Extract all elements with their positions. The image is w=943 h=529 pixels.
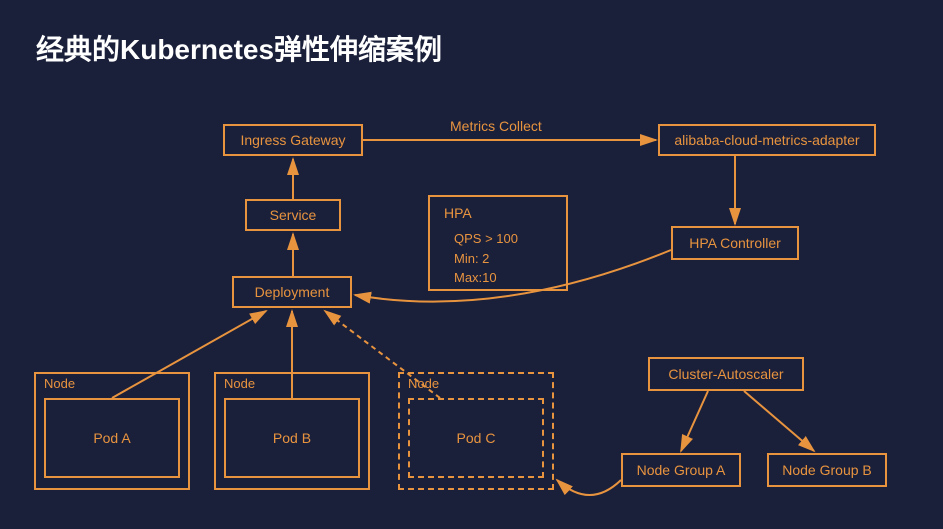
pod-c-box: Pod C [408,398,544,478]
metrics-collect-label: Metrics Collect [450,118,542,134]
metrics-adapter-box: alibaba-cloud-metrics-adapter [658,124,876,156]
node-b-label: Node [224,376,255,391]
hpa-config-box: HPA QPS > 100 Min: 2 Max:10 [428,195,568,291]
hpa-qps: QPS > 100 [454,229,552,249]
node-c-label: Node [408,376,439,391]
pod-b-box: Pod B [224,398,360,478]
node-group-a-box: Node Group A [621,453,741,487]
slide-title: 经典的Kubernetes弹性伸缩案例 [36,28,442,68]
hpa-max: Max:10 [454,268,552,288]
node-group-b-box: Node Group B [767,453,887,487]
hpa-controller-box: HPA Controller [671,226,799,260]
service-box: Service [245,199,341,231]
node-a-label: Node [44,376,75,391]
ingress-gateway-box: Ingress Gateway [223,124,363,156]
cluster-autoscaler-box: Cluster-Autoscaler [648,357,804,391]
hpa-min: Min: 2 [454,249,552,269]
pod-a-box: Pod A [44,398,180,478]
deployment-box: Deployment [232,276,352,308]
hpa-label: HPA [444,205,552,221]
